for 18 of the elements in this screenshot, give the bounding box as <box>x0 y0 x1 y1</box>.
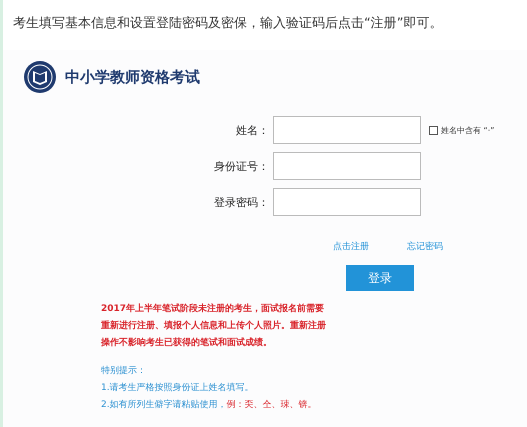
intro-text: 考生填写基本信息和设置登陆密码及密保，输入验证码后点击“注册”即可。 <box>12 15 444 32</box>
tips-title: 特别提示： <box>101 364 147 377</box>
input-field[interactable] <box>273 188 421 216</box>
notice-text: 2017年上半年笔试阶段未注册的考生，面试报名前需要重新进行注册、填报个人信息和上传个人照片。重新注册操作不影响考生已获得的笔试和面试成绩。 <box>101 302 327 350</box>
logo-icon <box>23 60 57 94</box>
field-label: 姓名： <box>235 122 270 138</box>
login-button[interactable]: 登录 <box>346 265 414 291</box>
site-title: 中小学教师资格考试 <box>65 68 200 86</box>
tip-text: 2.如有所列生僻字请粘贴使用，例：奀、仝、㻋、锛。 <box>101 398 318 411</box>
text-link[interactable]: 点击注册 <box>333 240 369 253</box>
input-field[interactable] <box>273 116 421 144</box>
checkbox-label: 姓名中含有 “·” <box>441 124 494 136</box>
input-field[interactable] <box>273 152 421 180</box>
text-link[interactable]: 忘记密码 <box>407 240 443 253</box>
checkbox[interactable] <box>429 126 438 134</box>
field-label: 身份证号： <box>213 158 270 174</box>
field-label: 登录密码： <box>213 194 270 210</box>
tip-text: 1.请考生严格按照身份证上姓名填写。 <box>101 382 255 394</box>
